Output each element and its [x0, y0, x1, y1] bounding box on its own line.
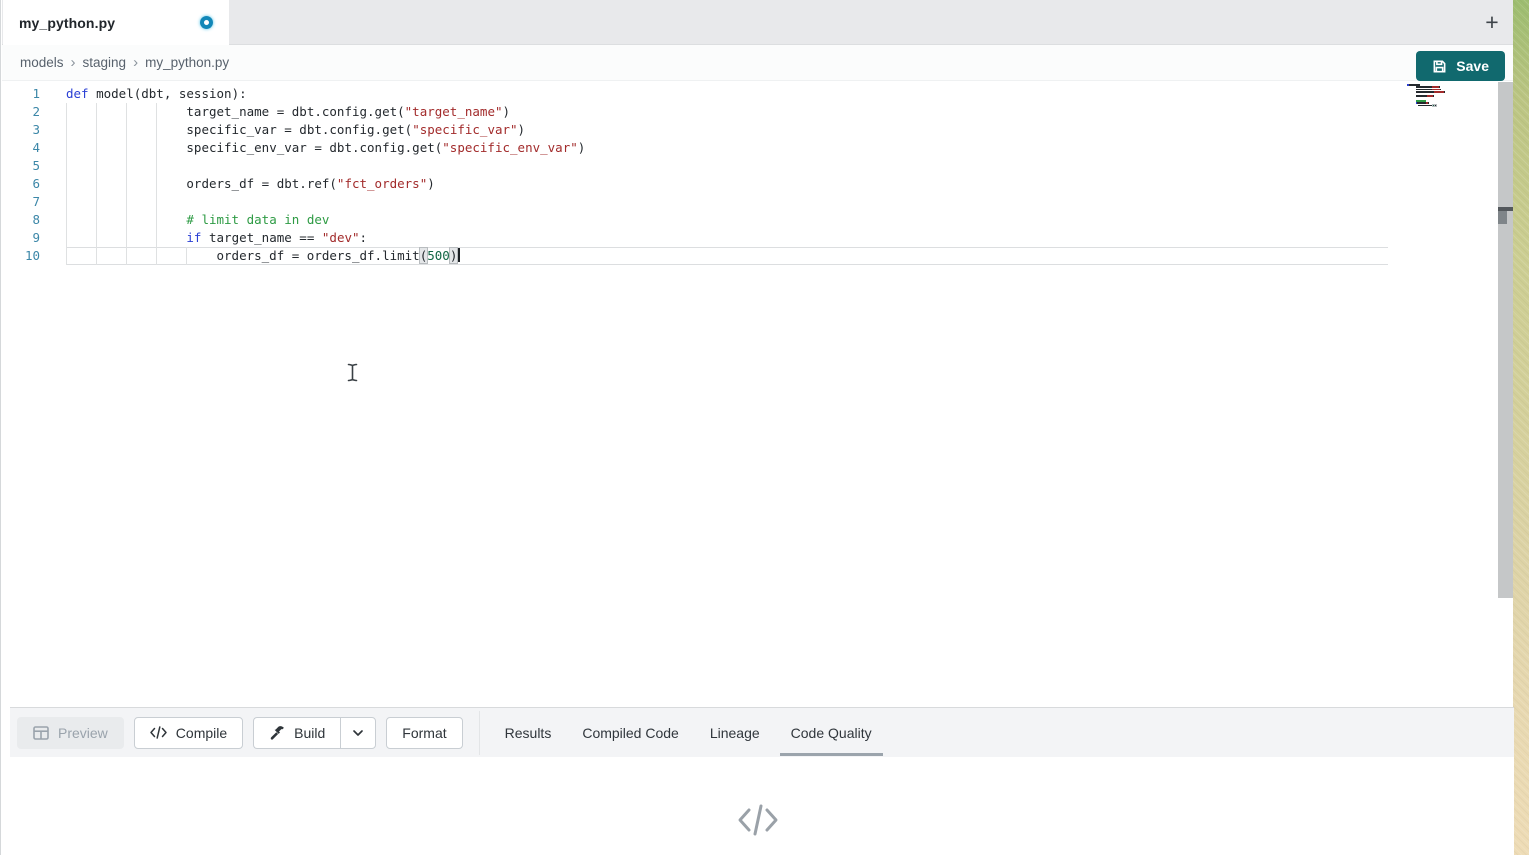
save-button[interactable]: Save [1416, 51, 1505, 81]
new-tab-button[interactable]: + [1477, 7, 1507, 37]
code-icon [735, 801, 781, 839]
indent-guide [66, 103, 67, 265]
indent-guide [96, 103, 97, 265]
preview-button-label: Preview [58, 725, 108, 741]
minimap[interactable] [1407, 84, 1469, 110]
file-tab-bar: my_python.py + [2, 0, 1513, 45]
format-button[interactable]: Format [386, 717, 462, 749]
breadcrumb-item-staging[interactable]: staging [83, 55, 127, 70]
breadcrumb-item-models[interactable]: models [20, 55, 64, 70]
toolbar-divider [479, 711, 480, 755]
build-button-label: Build [294, 725, 325, 741]
scrollbar-thumb[interactable] [1498, 211, 1507, 224]
mouse-cursor-ibeam [346, 363, 359, 382]
chevron-right-icon: › [133, 54, 138, 71]
format-button-label: Format [402, 725, 446, 741]
result-tabs: Results Compiled Code Lineage Code Quali… [494, 708, 892, 758]
hammer-icon [269, 725, 285, 741]
build-button-group: Build [253, 717, 376, 749]
chevron-down-icon [350, 725, 366, 741]
file-tab-my-python[interactable]: my_python.py [3, 0, 229, 46]
build-dropdown-button[interactable] [340, 717, 376, 749]
code-quality-panel [2, 757, 1514, 855]
compile-button[interactable]: Compile [134, 717, 243, 749]
build-button[interactable]: Build [253, 717, 340, 749]
chevron-right-icon: › [71, 54, 76, 71]
plus-icon: + [1485, 9, 1498, 36]
table-icon [33, 726, 49, 740]
code-lines[interactable]: def model(dbt, session):target_name = db… [66, 85, 1388, 265]
floppy-icon [1432, 59, 1447, 74]
code-editor[interactable]: 12345678910 def model(dbt, session):targ… [2, 81, 1497, 707]
breadcrumb: models › staging › my_python.py [2, 45, 1513, 81]
tab-results[interactable]: Results [494, 708, 563, 758]
action-toolbar: Preview Compile [10, 707, 1514, 757]
unsaved-indicator-dot [200, 16, 213, 29]
ide-window: my_python.py + models › staging › my_pyt… [0, 0, 1513, 855]
scrollbar[interactable] [1498, 82, 1513, 598]
tab-compiled-code[interactable]: Compiled Code [571, 708, 690, 758]
tab-lineage[interactable]: Lineage [699, 708, 771, 758]
tab-code-quality[interactable]: Code Quality [780, 708, 883, 758]
code-icon [150, 726, 167, 739]
line-numbers: 12345678910 [2, 85, 42, 265]
indent-guide [126, 103, 127, 265]
file-tab-title: my_python.py [19, 15, 115, 31]
indent-guide [186, 247, 187, 265]
desktop-wallpaper-strip [1513, 0, 1529, 855]
breadcrumb-item-file[interactable]: my_python.py [145, 55, 229, 70]
preview-button[interactable]: Preview [17, 717, 124, 749]
ide-screen: my_python.py + models › staging › my_pyt… [0, 0, 1529, 855]
save-button-label: Save [1456, 58, 1489, 74]
indent-guide [156, 103, 157, 265]
compile-button-label: Compile [176, 725, 227, 741]
